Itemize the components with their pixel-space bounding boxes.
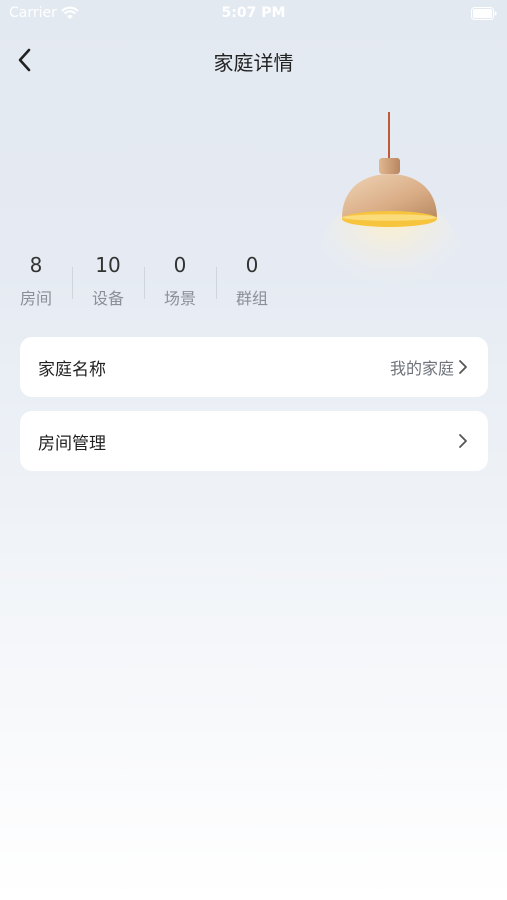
stat-rooms[interactable]: 8 房间: [0, 250, 72, 309]
stat-groups[interactable]: 0 群组: [216, 250, 288, 309]
stat-label: 设备: [91, 289, 124, 308]
home-name-row[interactable]: 家庭名称 我的家庭: [20, 337, 488, 397]
stat-label: 场景: [163, 289, 196, 308]
page-title: 家庭详情: [213, 51, 294, 75]
stat-value: 8: [29, 253, 43, 277]
pendant-lamp-illustration: [320, 112, 460, 302]
chevron-right-icon: [459, 360, 467, 374]
stats-row: 8 房间 10 设备 0 场景 0 群组: [0, 250, 288, 309]
status-time: 5:07 PM: [221, 5, 286, 21]
status-bar: Carrier 5:07 PM: [0, 0, 507, 28]
chevron-right-icon: [459, 434, 467, 448]
home-name-value: 我的家庭: [389, 359, 454, 378]
room-management-row[interactable]: 房间管理: [20, 411, 488, 471]
room-management-label: 房间管理: [38, 433, 106, 454]
navigation-bar: 家庭详情: [0, 36, 507, 84]
stat-value: 0: [245, 253, 259, 277]
stat-scenes[interactable]: 0 场景: [144, 250, 216, 309]
stat-value: 10: [95, 253, 121, 277]
stat-value: 0: [173, 253, 187, 277]
stat-devices[interactable]: 10 设备: [72, 250, 144, 309]
battery-icon: [471, 7, 497, 20]
stat-label: 房间: [19, 289, 52, 308]
stat-label: 群组: [235, 289, 268, 308]
home-name-label: 家庭名称: [38, 359, 106, 380]
